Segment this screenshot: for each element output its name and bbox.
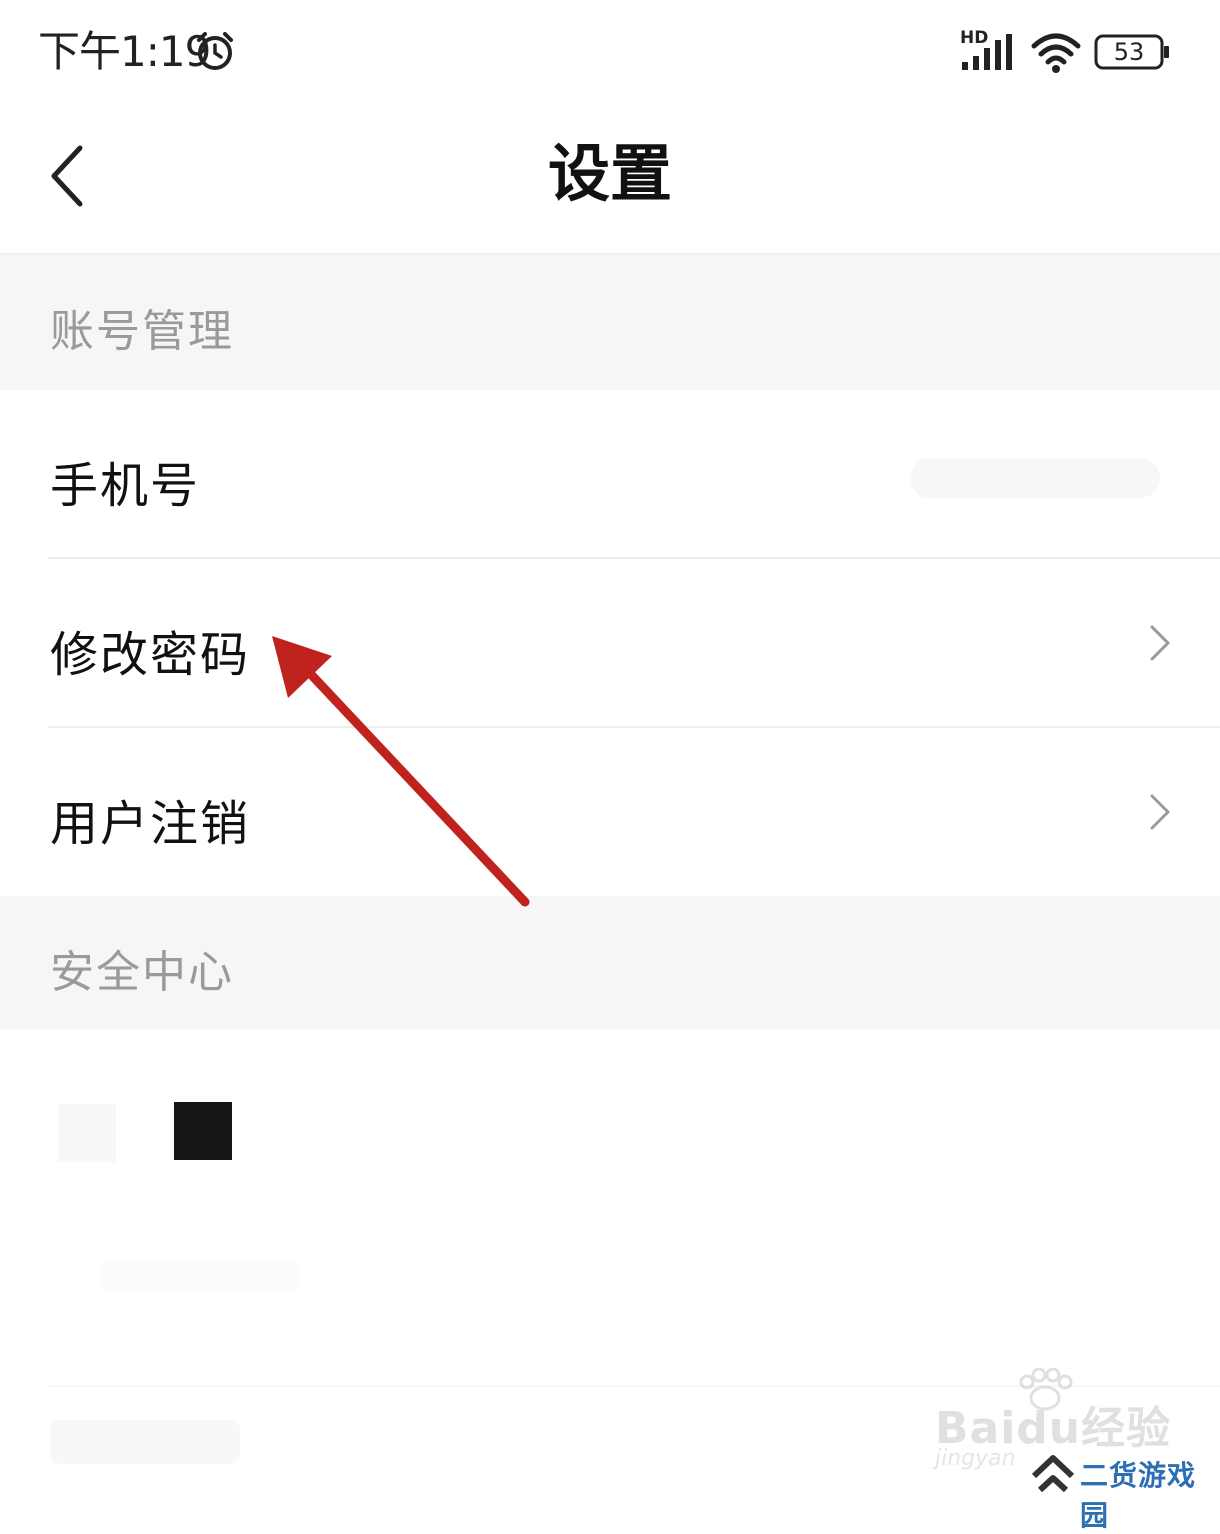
site-logo-text: 二货游戏园: [1080, 1459, 1197, 1532]
jingyan-text: jingyan: [935, 1446, 1016, 1471]
annotation-arrow: [272, 636, 530, 907]
site-logo: 二货游戏园: [1030, 1452, 1220, 1532]
double-chevron-up-icon: [1031, 1455, 1075, 1493]
